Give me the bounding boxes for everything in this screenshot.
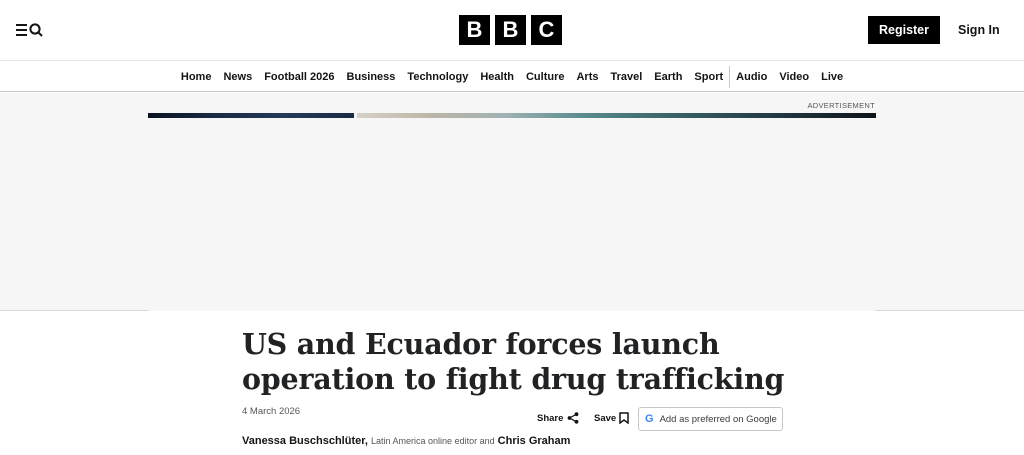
nav-item-health[interactable]: Health	[474, 62, 520, 92]
nav-item-culture[interactable]: Culture	[520, 62, 571, 92]
add-preferred-google-button[interactable]: G Add as preferred on Google	[638, 407, 783, 431]
site-header: B B C Register Sign In	[0, 0, 1024, 61]
advertisement-slot[interactable]	[148, 118, 876, 311]
register-button[interactable]: Register	[868, 16, 940, 44]
logo-letter: B	[459, 15, 490, 45]
advertisement-label: ADVERTISEMENT	[807, 101, 875, 110]
nav-list: Home News Football 2026 Business Technol…	[175, 62, 849, 92]
logo-letter: C	[531, 15, 562, 45]
menu-search-button[interactable]	[14, 18, 48, 42]
bbc-logo[interactable]: B B C	[459, 15, 562, 45]
article-date: 4 March 2026	[242, 406, 301, 417]
sign-in-link[interactable]: Sign In	[958, 16, 1000, 44]
nav-item-home[interactable]: Home	[175, 62, 218, 92]
nav-item-news[interactable]: News	[217, 62, 258, 92]
author-role: Latin America online editor and	[371, 436, 495, 446]
nav-item-video[interactable]: Video	[773, 62, 815, 92]
save-label: Save	[594, 412, 617, 424]
article-byline: Vanessa Buschschlüter, Latin America onl…	[242, 434, 582, 449]
nav-item-technology[interactable]: Technology	[401, 62, 474, 92]
save-button[interactable]: Save	[594, 411, 629, 425]
nav-item-business[interactable]: Business	[341, 62, 402, 92]
nav-item-arts[interactable]: Arts	[570, 62, 604, 92]
nav-item-sport[interactable]: Sport	[688, 62, 729, 92]
logo-letter: B	[495, 15, 526, 45]
article-header: US and Ecuador forces launch operation t…	[242, 327, 802, 397]
share-icon	[568, 412, 579, 424]
google-icon: G	[645, 413, 654, 425]
share-label: Share	[537, 412, 564, 424]
nav-item-earth[interactable]: Earth	[648, 62, 688, 92]
nav-item-travel[interactable]: Travel	[604, 62, 648, 92]
share-button[interactable]: Share	[537, 411, 579, 425]
advertisement-region: ADVERTISEMENT	[0, 93, 1024, 311]
main-navigation: Home News Football 2026 Business Technol…	[0, 62, 1024, 92]
nav-item-audio[interactable]: Audio	[730, 62, 773, 92]
google-button-label: Add as preferred on Google	[659, 413, 777, 425]
nav-item-football-2026[interactable]: Football 2026	[258, 62, 340, 92]
author-name[interactable]: Chris Graham	[498, 435, 571, 447]
menu-search-icon	[16, 23, 43, 37]
nav-item-live[interactable]: Live	[815, 62, 849, 92]
bookmark-icon	[619, 412, 629, 424]
article-headline: US and Ecuador forces launch operation t…	[242, 327, 785, 396]
author-name[interactable]: Vanessa Buschschlüter,	[242, 435, 368, 447]
